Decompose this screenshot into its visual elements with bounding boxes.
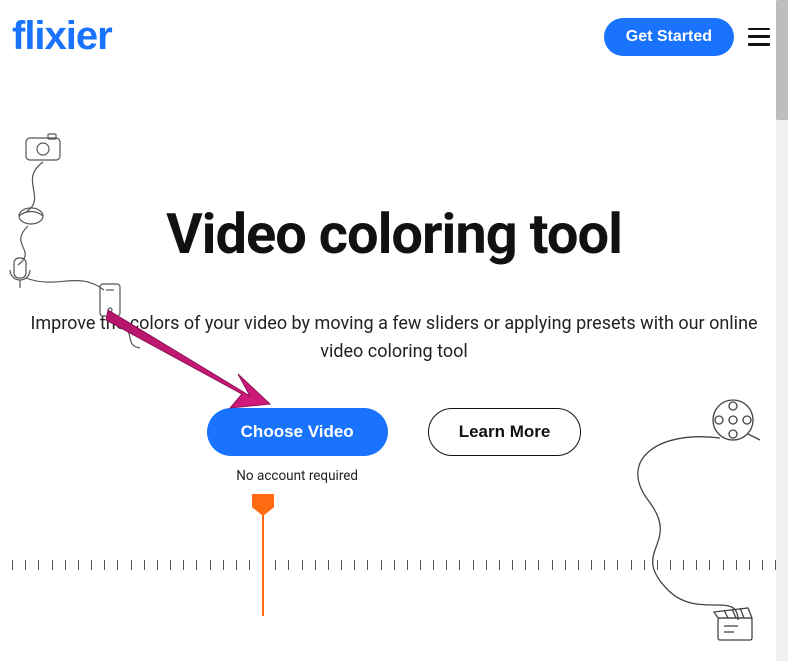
scrollbar-thumb[interactable] xyxy=(776,0,788,120)
page-subtitle: Improve the colors of your video by movi… xyxy=(30,310,758,366)
timeline-ruler[interactable] xyxy=(0,556,788,616)
page-title: Video coloring tool xyxy=(30,205,758,264)
get-started-button[interactable]: Get Started xyxy=(604,18,734,56)
logo[interactable]: flixier xyxy=(8,14,112,59)
menu-icon[interactable] xyxy=(748,28,770,46)
learn-more-group: Learn More xyxy=(428,408,582,456)
learn-more-button[interactable]: Learn More xyxy=(428,408,582,456)
choose-video-button[interactable]: Choose Video xyxy=(207,408,388,456)
hero: Video coloring tool Improve the colors o… xyxy=(0,205,788,484)
playhead-icon[interactable] xyxy=(252,494,274,516)
header: flixier Get Started xyxy=(0,0,788,73)
cta-row: Choose Video No account required Learn M… xyxy=(30,408,758,484)
playhead-line xyxy=(262,510,264,616)
choose-video-group: Choose Video No account required xyxy=(207,408,388,484)
header-actions: Get Started xyxy=(604,18,770,56)
choose-video-helper: No account required xyxy=(236,468,358,484)
timeline-ticks xyxy=(0,556,788,574)
